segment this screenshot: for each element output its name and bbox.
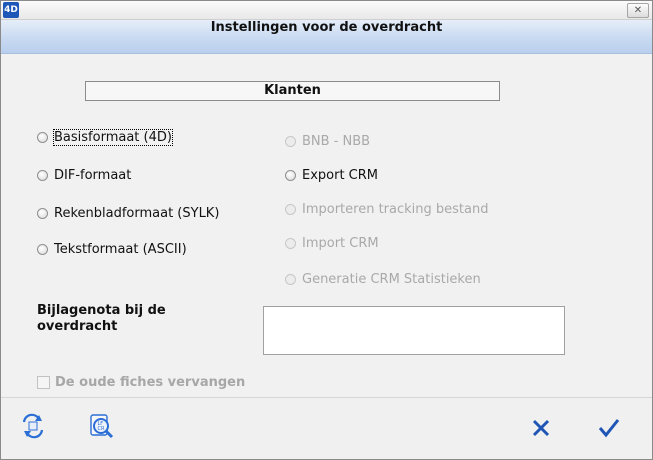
radio-label: Importeren tracking bestand [302, 201, 489, 217]
radio-dot [37, 131, 48, 143]
radio-basisformaat[interactable]: Basisformaat (4D) [37, 128, 173, 146]
radio-dot [37, 243, 48, 255]
radio-label: BNB - NBB [302, 133, 371, 149]
checkmark-icon [597, 416, 621, 444]
radio-label: DIF-formaat [54, 167, 132, 183]
radio-dot [285, 169, 296, 181]
x-icon [530, 417, 552, 443]
dialog-title: Instellingen voor de overdracht [210, 20, 443, 35]
radio-tekstformaat[interactable]: Tekstformaat (ASCII) [37, 241, 187, 257]
bottom-toolbar: LF CR [1, 397, 652, 459]
lf-cr-search-icon: LF CR [87, 412, 115, 444]
replace-fiches-checkbox: De oude fiches vervangen [37, 374, 245, 390]
radio-bnb-nbb: BNB - NBB [285, 133, 370, 149]
radio-dot [285, 203, 296, 215]
radio-label: Basisformaat (4D) [53, 128, 173, 146]
cancel-button[interactable] [525, 414, 557, 446]
checkbox-box [37, 375, 50, 389]
radio-dot [285, 237, 296, 249]
app-4d-icon: 4D [3, 2, 19, 18]
radio-dot [285, 135, 296, 147]
radio-label: Import CRM [302, 235, 379, 251]
transfer-settings-window: 4D ✕ Instellingen voor de overdracht Kla… [0, 0, 653, 460]
convert-icon [20, 413, 46, 443]
radio-dot [37, 207, 48, 219]
radio-export-crm[interactable]: Export CRM [285, 167, 378, 183]
radio-rekenbladformaat[interactable]: Rekenbladformaat (SYLK) [37, 205, 219, 221]
ok-button[interactable] [593, 414, 625, 446]
lf-cr-search-button[interactable]: LF CR [85, 412, 117, 444]
svg-text:CR: CR [98, 426, 105, 432]
radio-dot [285, 273, 296, 285]
radio-import-crm: Import CRM [285, 235, 379, 251]
radio-label: Generatie CRM Statistieken [302, 271, 481, 287]
radio-label: Rekenbladformaat (SYLK) [54, 205, 220, 221]
checkbox-label: De oude fiches vervangen [55, 374, 246, 390]
radio-label: Export CRM [302, 167, 379, 183]
close-button[interactable]: ✕ [627, 3, 649, 18]
convert-button[interactable] [17, 412, 49, 444]
notes-label: Bijlagenota bij de overdracht [37, 303, 166, 334]
radio-dif-formaat[interactable]: DIF-formaat [37, 167, 131, 183]
radio-importeren-tracking: Importeren tracking bestand [285, 201, 488, 217]
titlebar: 4D ✕ [1, 1, 652, 20]
notes-textarea[interactable] [263, 306, 565, 355]
radio-label: Tekstformaat (ASCII) [54, 241, 187, 257]
radio-generatie-crm-statistieken: Generatie CRM Statistieken [285, 271, 481, 287]
section-title: Klanten [85, 81, 500, 101]
radio-dot [37, 169, 48, 181]
